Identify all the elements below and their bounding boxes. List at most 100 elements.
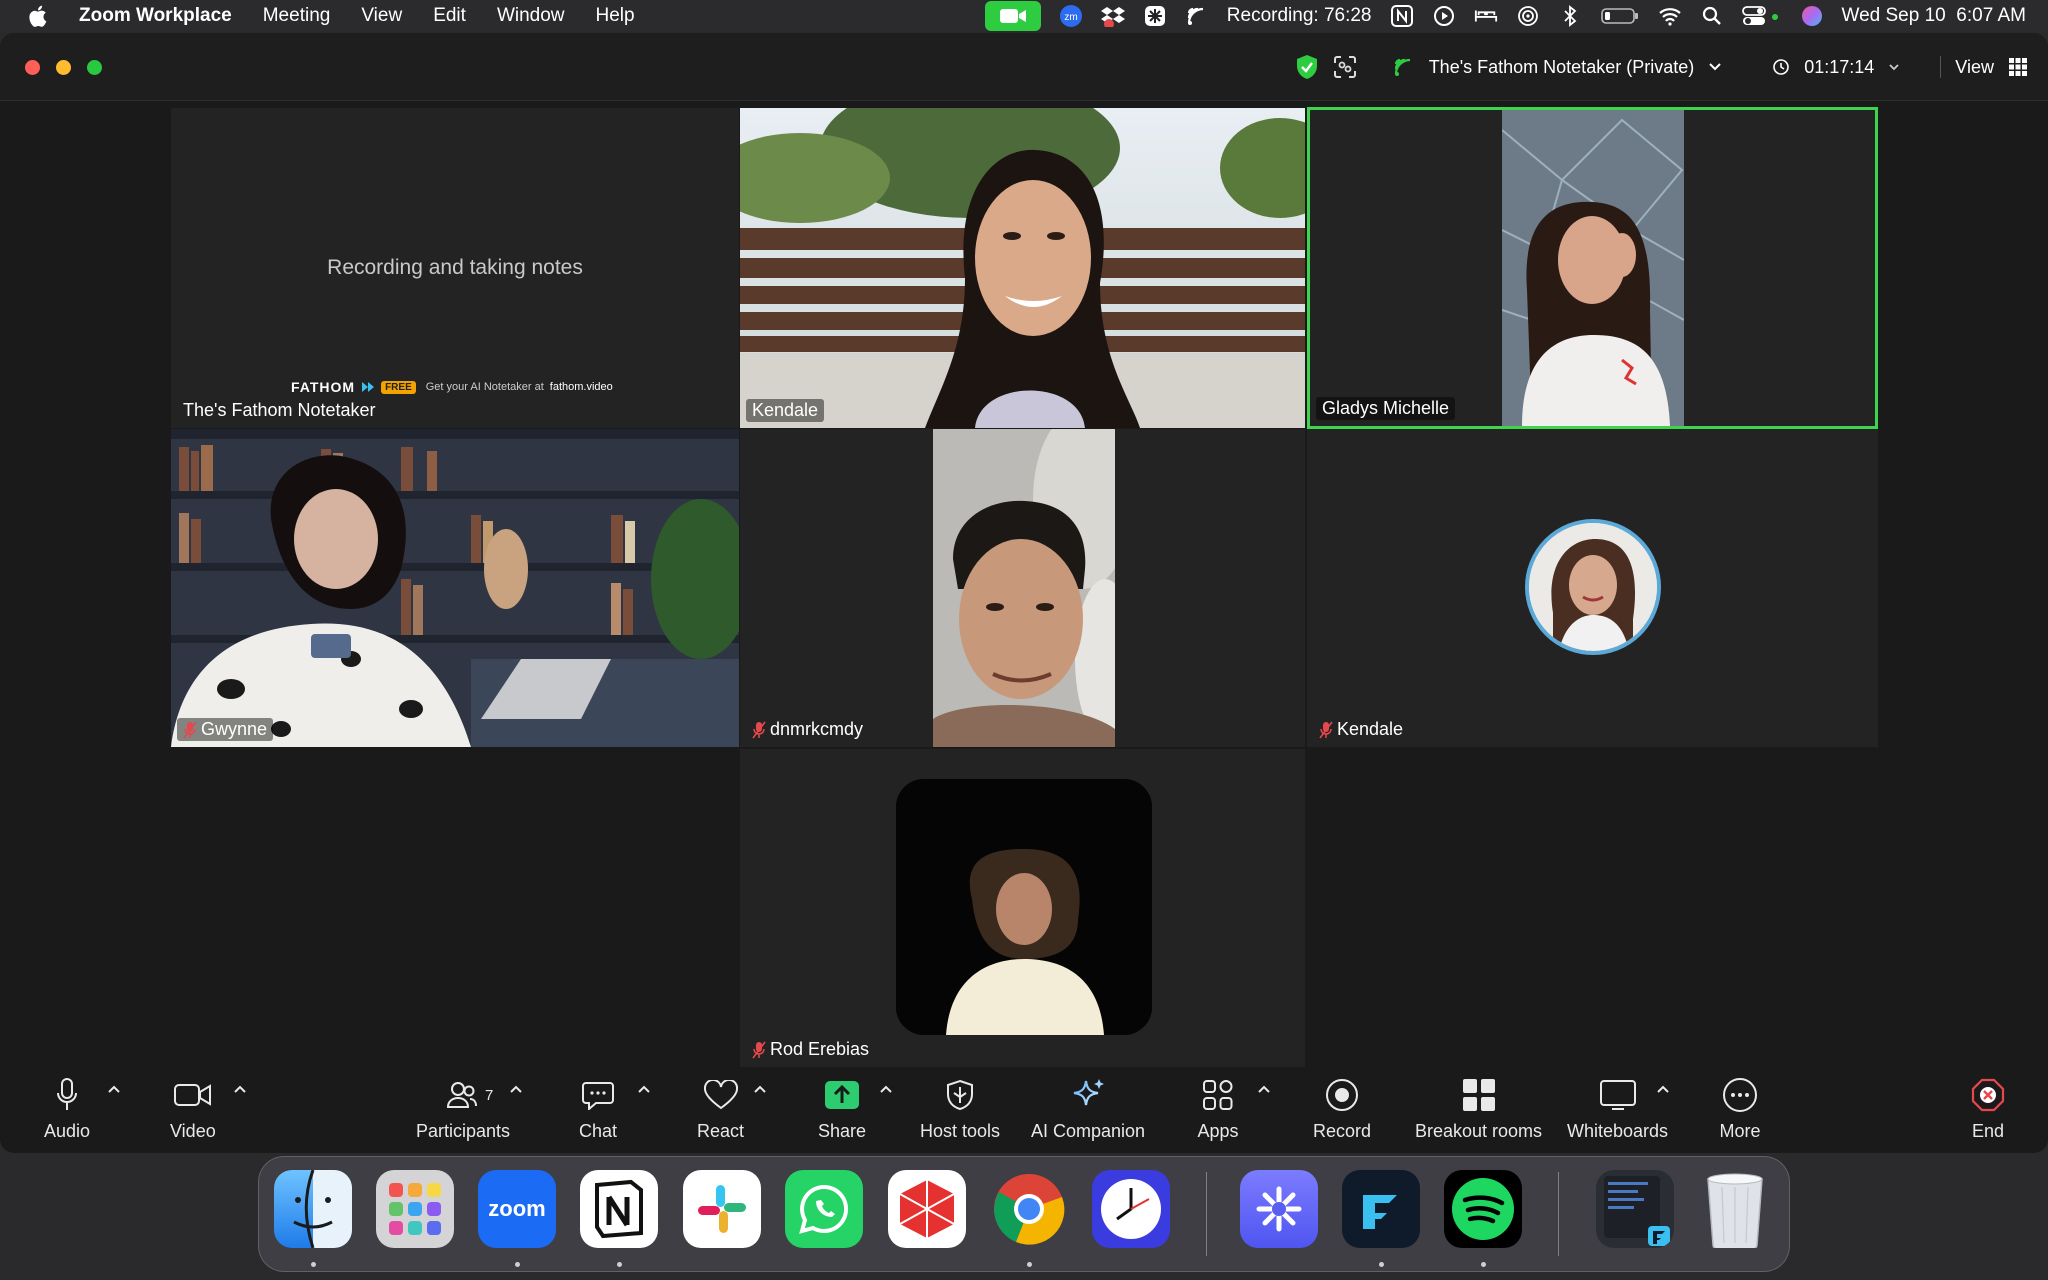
close-window-button[interactable]	[25, 60, 40, 75]
menu-view[interactable]: View	[361, 5, 402, 27]
chrome-app-icon[interactable]	[990, 1170, 1068, 1248]
wifi-icon[interactable]	[1658, 5, 1682, 27]
chevron-down-icon[interactable]	[1888, 62, 1900, 72]
menu-meeting[interactable]: Meeting	[263, 5, 331, 27]
fathom-promo-text: Get your AI Notetaker at	[425, 381, 544, 393]
fathom-promo-banner[interactable]: FATHOM FREE Get your AI Notetaker at fat…	[291, 379, 613, 395]
fathom-app-icon[interactable]	[1342, 1170, 1420, 1248]
siri-icon[interactable]	[1800, 5, 1824, 27]
apps-button[interactable]: Apps	[1196, 1075, 1240, 1142]
clock-app-icon[interactable]	[1092, 1170, 1170, 1248]
spotlight-search-icon[interactable]	[1700, 5, 1724, 27]
chevron-down-icon[interactable]	[1708, 62, 1722, 72]
dock-divider	[1558, 1172, 1559, 1256]
fathom-status-text: Recording and taking notes	[327, 256, 583, 279]
sparkle-icon	[1066, 1075, 1110, 1115]
play-circle-icon[interactable]	[1432, 5, 1456, 27]
menu-edit[interactable]: Edit	[433, 5, 466, 27]
window-title-bar: The's Fathom Notetaker (Private) 01:17:1…	[0, 33, 2048, 101]
video-options-caret-icon[interactable]	[232, 1082, 248, 1096]
trash-icon[interactable]	[1696, 1170, 1774, 1248]
airdrop-icon[interactable]	[1516, 5, 1540, 27]
control-center-icon[interactable]	[1741, 5, 1782, 27]
encryption-shield-icon[interactable]	[1295, 54, 1319, 80]
bluetooth-icon[interactable]	[1558, 5, 1582, 27]
running-indicator	[1027, 1262, 1032, 1267]
video-tile-gladys-michelle[interactable]: Gladys Michelle	[1307, 107, 1878, 429]
menu-window[interactable]: Window	[497, 5, 565, 27]
video-tile-kendale-avatar[interactable]: Kendale	[1307, 429, 1878, 747]
battery-icon[interactable]	[1600, 5, 1640, 27]
heart-icon	[699, 1075, 743, 1115]
slack-app-icon[interactable]	[683, 1170, 761, 1248]
breakout-grid-icon	[1457, 1075, 1501, 1115]
notion-app-icon[interactable]	[580, 1170, 658, 1248]
finder-icon[interactable]	[274, 1170, 352, 1248]
perplexity-app-icon[interactable]	[1240, 1170, 1318, 1248]
whiteboards-button[interactable]: Whiteboards	[1567, 1075, 1668, 1142]
running-indicator	[617, 1262, 622, 1267]
whiteboards-options-caret-icon[interactable]	[1655, 1082, 1671, 1096]
participants-button[interactable]: 7 Participants	[413, 1075, 513, 1142]
spotify-app-icon[interactable]	[1444, 1170, 1522, 1248]
recording-status[interactable]: Recording: 76:28	[1227, 5, 1372, 27]
minimize-window-button[interactable]	[56, 60, 71, 75]
participant-name: Rod Erebias	[746, 1038, 875, 1061]
apps-grid-icon	[1196, 1075, 1240, 1115]
whatsapp-app-icon[interactable]	[785, 1170, 863, 1248]
share-button[interactable]: Share	[818, 1075, 866, 1142]
notetaker-signal-icon	[1393, 56, 1415, 78]
menu-help[interactable]: Help	[596, 5, 635, 27]
apps-options-caret-icon[interactable]	[1256, 1082, 1272, 1096]
notetaker-dropdown[interactable]: The's Fathom Notetaker (Private)	[1429, 57, 1695, 78]
more-button[interactable]: More	[1718, 1075, 1762, 1142]
apple-icon[interactable]	[28, 5, 48, 27]
more-dots-icon	[1718, 1075, 1762, 1115]
recent-window-thumbnail-icon[interactable]	[1596, 1170, 1674, 1248]
fathom-free-badge: FREE	[381, 380, 416, 394]
video-tile-dnmrkcmdy[interactable]: dnmrkcmdy	[740, 429, 1305, 747]
recording-signal-icon	[1185, 5, 1209, 27]
participant-video	[1502, 110, 1684, 426]
focus-frame-icon[interactable]	[1333, 55, 1357, 79]
react-options-caret-icon[interactable]	[752, 1082, 768, 1096]
chat-options-caret-icon[interactable]	[636, 1082, 652, 1096]
host-tools-button[interactable]: Host tools	[920, 1075, 1000, 1142]
zoom-window-button[interactable]	[87, 60, 102, 75]
view-button[interactable]: View	[1955, 57, 1994, 78]
participants-icon: 7	[413, 1075, 513, 1115]
zoom-menu-icon[interactable]: zm	[1059, 5, 1083, 27]
fathom-promo-link[interactable]: fathom.video	[550, 381, 613, 393]
video-tile-kendale[interactable]: Kendale	[740, 108, 1305, 428]
video-button[interactable]: Video	[170, 1075, 216, 1142]
video-tile-rod-erebias[interactable]: Rod Erebias	[740, 749, 1305, 1067]
zoom-video-status-icon[interactable]	[984, 1, 1041, 31]
launchpad-icon[interactable]	[376, 1170, 454, 1248]
breakout-rooms-button[interactable]: Breakout rooms	[1415, 1075, 1542, 1142]
perplexity-icon[interactable]	[1143, 5, 1167, 27]
grid-view-icon[interactable]	[2008, 57, 2028, 77]
menu-datetime[interactable]: Wed Sep 10 6:07 AM	[1842, 5, 2027, 27]
audio-options-caret-icon[interactable]	[106, 1082, 122, 1096]
muted-mic-icon	[752, 1041, 766, 1058]
end-meeting-button[interactable]: End	[1966, 1075, 2010, 1142]
react-button[interactable]: React	[697, 1075, 744, 1142]
video-camera-icon	[171, 1075, 215, 1115]
chat-button[interactable]: Chat	[576, 1075, 620, 1142]
video-tile-fathom-notetaker[interactable]: Recording and taking notes FATHOM FREE G…	[171, 108, 739, 428]
share-options-caret-icon[interactable]	[878, 1082, 894, 1096]
zoom-app-icon[interactable]: zoom	[478, 1170, 556, 1248]
meeting-timer[interactable]: 01:17:14	[1804, 57, 1874, 78]
participant-name: Gwynne	[177, 718, 274, 741]
rubiks-app-icon[interactable]	[888, 1170, 966, 1248]
bed-icon[interactable]	[1474, 5, 1498, 27]
video-tile-gwynne[interactable]: Gwynne	[171, 429, 739, 747]
record-button[interactable]: Record	[1313, 1075, 1371, 1142]
dropbox-icon[interactable]	[1100, 5, 1125, 27]
ai-companion-button[interactable]: AI Companion	[1031, 1075, 1145, 1142]
audio-button[interactable]: Audio	[44, 1075, 90, 1142]
dock-divider	[1206, 1172, 1207, 1256]
participants-options-caret-icon[interactable]	[508, 1082, 524, 1096]
notion-menu-icon[interactable]	[1390, 5, 1414, 27]
menu-app-name[interactable]: Zoom Workplace	[79, 5, 232, 27]
